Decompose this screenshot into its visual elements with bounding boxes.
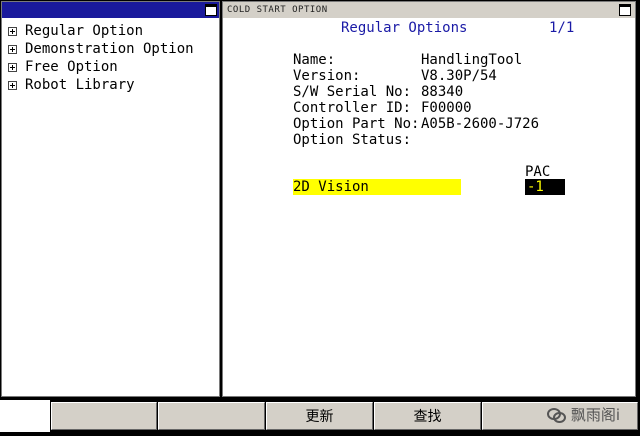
watermark-text: 飘雨阁i [570,406,620,424]
expand-plus-icon[interactable] [8,62,17,72]
maximize-icon[interactable] [205,4,217,16]
right-pane: COLD START OPTION Regular Options 1/1 Na… [222,1,636,397]
left-pane: Regular Option Demonstration Option Free… [1,1,220,397]
info-row-controller-id: Controller ID: F00000 [293,100,539,116]
right-pane-titlebar: COLD START OPTION [223,2,635,18]
info-value: A05B-2600-J726 [421,116,540,132]
tree-item-demonstration-option[interactable]: Demonstration Option [8,40,194,58]
info-label: Name: [293,52,336,68]
window-title: COLD START OPTION [227,5,328,15]
tree-item-free-option[interactable]: Free Option [8,58,194,76]
info-label: Controller ID: [293,100,412,116]
page-indicator: 1/1 [549,20,575,36]
tree-item-robot-library[interactable]: Robot Library [8,76,194,94]
tree-item-label: Regular Option [25,23,144,39]
tree-item-regular-option[interactable]: Regular Option [8,22,194,40]
tree-item-label: Demonstration Option [25,41,194,57]
info-label: Option Status: [293,132,412,148]
tree-item-label: Free Option [25,59,118,75]
wechat-icon [546,407,566,423]
f3-refresh-button[interactable]: 更新 [266,402,373,430]
f1-button[interactable] [51,402,157,430]
f4-search-button[interactable]: 查找 [374,402,481,430]
expand-plus-icon[interactable] [8,44,17,54]
info-row-status: Option Status: [293,132,539,148]
option-tree: Regular Option Demonstration Option Free… [8,22,194,94]
page-title: Regular Options [341,20,468,36]
maximize-icon[interactable] [619,4,631,16]
info-value: F00000 [421,100,472,116]
column-header-pac: PAC [525,164,551,180]
watermark: 飘雨阁i [546,404,620,425]
left-pane-titlebar [2,2,219,18]
info-row-serial: S/W Serial No: 88340 [293,84,539,100]
controller-info: Name: HandlingTool Version: V8.30P/54 S/… [293,52,539,148]
expand-plus-icon[interactable] [8,26,17,36]
info-value: HandlingTool [421,52,523,68]
info-value: 88340 [421,84,464,100]
function-key-bar: 更新 查找 飘雨阁i [0,398,640,436]
f2-button[interactable] [158,402,265,430]
info-row-version: Version: V8.30P/54 [293,68,539,84]
option-row-2d-vision[interactable]: 2D Vision [293,179,461,195]
status-area [0,400,50,432]
info-label: S/W Serial No: [293,84,412,100]
info-label: Version: [293,68,361,84]
info-row-name: Name: HandlingTool [293,52,539,68]
info-row-part-no: Option Part No: A05B-2600-J726 [293,116,539,132]
expand-plus-icon[interactable] [8,80,17,90]
info-label: Option Part No: [293,116,420,132]
info-value: V8.30P/54 [421,68,497,84]
tree-item-label: Robot Library [25,77,135,93]
option-value-2d-vision[interactable]: -1 [525,179,565,195]
